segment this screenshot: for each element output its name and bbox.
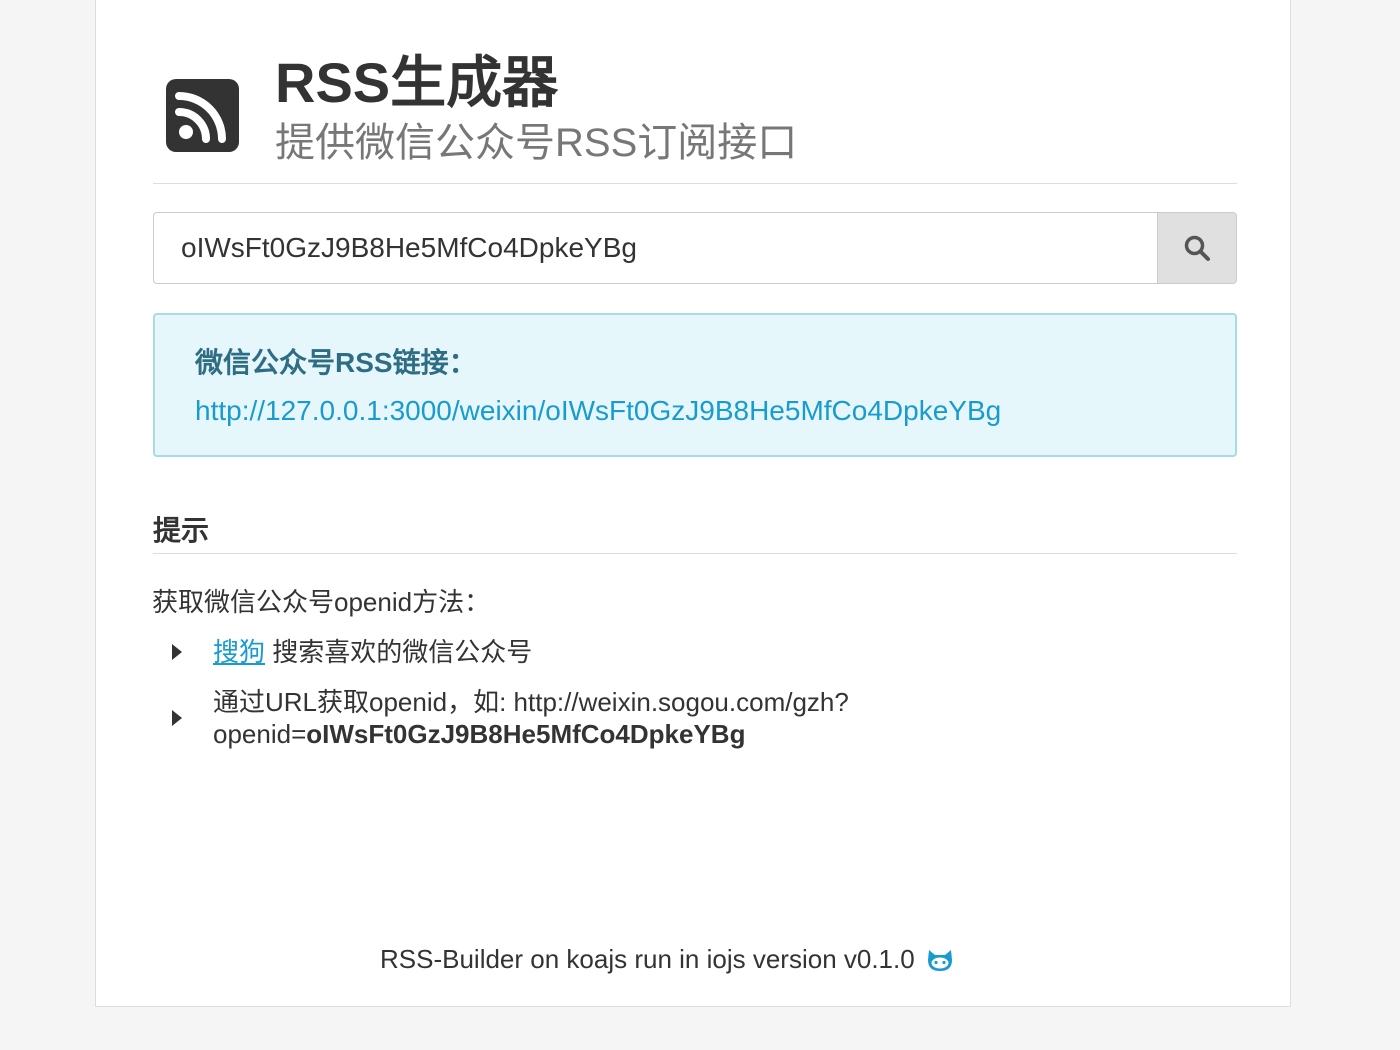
rss-link-label: 微信公众号RSS链接： — [195, 347, 477, 378]
tip-url-prefix: openid= — [213, 719, 307, 749]
search-button[interactable] — [1157, 212, 1237, 284]
sogou-link[interactable]: 搜狗 — [213, 637, 265, 667]
tip-url-line1: 通过URL获取openid，如: http://weixin.sogou.com… — [213, 687, 849, 717]
tips-header: 提示 — [153, 507, 1237, 554]
rss-icon — [166, 79, 239, 152]
tip-url-openid: oIWsFt0GzJ9B8He5MfCo4DpkeYBg — [306, 719, 746, 749]
openid-search-input[interactable] — [153, 212, 1157, 284]
tip-text-sogou: 搜索喜欢的微信公众号 — [265, 637, 533, 667]
rss-link-box: 微信公众号RSS链接： http://127.0.0.1:3000/weixin… — [153, 313, 1237, 457]
caret-right-icon — [172, 710, 182, 726]
footer: RSS-Builder on koajs run in iojs version… — [380, 944, 955, 975]
page-subtitle: 提供微信公众号RSS订阅接口 — [275, 121, 798, 165]
page-header: RSS生成器 提供微信公众号RSS订阅接口 — [153, 0, 1237, 184]
tips-intro: 获取微信公众号openid方法： — [152, 587, 491, 617]
page-title: RSS生成器 — [275, 51, 559, 114]
rss-link[interactable]: http://127.0.0.1:3000/weixin/oIWsFt0GzJ9… — [195, 395, 1001, 427]
caret-right-icon — [172, 644, 182, 660]
tips-title: 提示 — [153, 515, 210, 546]
github-octocat-icon[interactable] — [925, 946, 955, 974]
main-card: RSS生成器 提供微信公众号RSS订阅接口 微信公众号RSS链接： http:/… — [95, 0, 1291, 1007]
search-icon — [1184, 235, 1210, 261]
footer-text: RSS-Builder on koajs run in iojs version… — [380, 944, 915, 974]
search-bar — [153, 212, 1237, 284]
